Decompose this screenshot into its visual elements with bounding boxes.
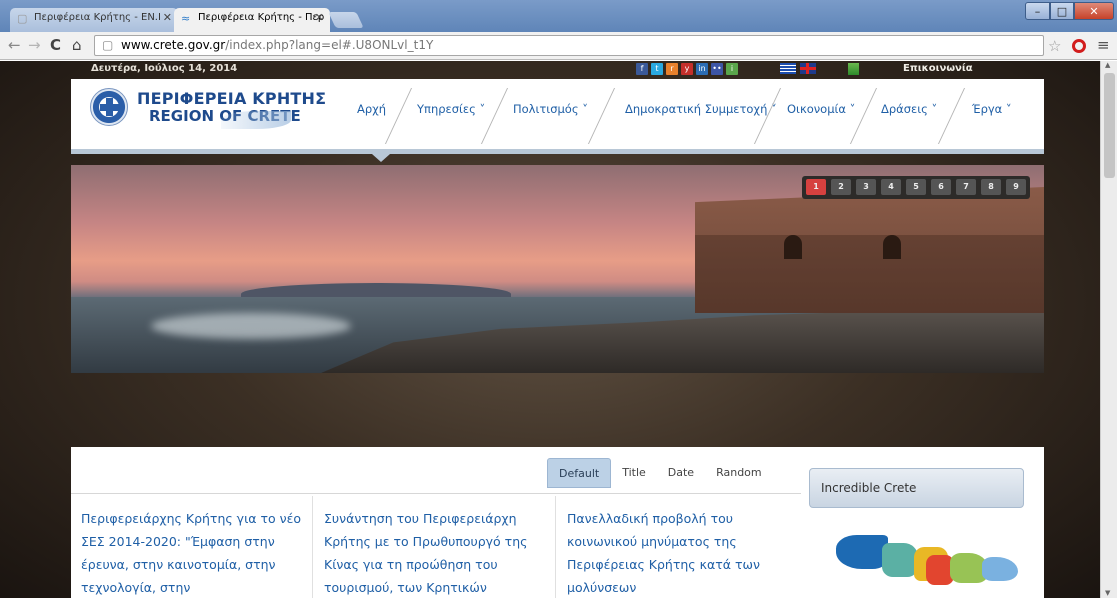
slider-page-8[interactable]: 8 bbox=[981, 179, 1001, 195]
browser-titlebar: ▢ Περιφέρεια Κρήτης - EN.I ✕ ≈ Περιφέρει… bbox=[0, 0, 1117, 32]
greek-flag-icon[interactable] bbox=[780, 63, 796, 74]
slider-page-4[interactable]: 4 bbox=[881, 179, 901, 195]
rss-icon[interactable]: r bbox=[666, 63, 678, 75]
nav-separator bbox=[753, 88, 782, 144]
news-item[interactable]: Πανελλαδική προβολή του κοινωνικού μηνύμ… bbox=[557, 496, 799, 598]
sort-tab-random[interactable]: Random bbox=[705, 458, 773, 488]
news-item[interactable]: Περιφερειάρχης Κρήτης για το νέο ΣΕΣ 201… bbox=[71, 496, 313, 598]
active-nav-pointer bbox=[372, 154, 390, 162]
nav-separator bbox=[480, 88, 509, 144]
wave-spray bbox=[151, 313, 351, 339]
fortress-window bbox=[784, 235, 802, 259]
nav-separator bbox=[849, 88, 878, 144]
page-scrollbar[interactable]: ▲ ▼ bbox=[1100, 61, 1117, 598]
opera-icon[interactable] bbox=[1072, 39, 1086, 53]
reload-icon[interactable]: C bbox=[50, 36, 61, 54]
nav-separator bbox=[587, 88, 616, 144]
news-item[interactable]: Συνάντηση του Περιφερειάρχη Κρήτης με το… bbox=[314, 496, 556, 598]
slider-page-5[interactable]: 5 bbox=[906, 179, 926, 195]
back-arrow-icon[interactable]: ← bbox=[8, 36, 21, 54]
nav-services[interactable]: Υπηρεσίες ˅ bbox=[417, 102, 485, 116]
page-icon: ▢ bbox=[17, 12, 28, 25]
tab-title: Περιφέρεια Κρήτης - EN.I bbox=[34, 12, 161, 23]
fortress-shadow bbox=[695, 235, 1044, 313]
site-favicon-icon: ≈ bbox=[181, 12, 191, 25]
contact-link[interactable]: Επικοινωνία bbox=[903, 63, 973, 74]
social-links: f t r y in •• i bbox=[636, 63, 738, 75]
flickr-icon[interactable]: •• bbox=[711, 63, 723, 75]
sort-tab-default[interactable]: Default bbox=[547, 458, 612, 488]
current-date: Δευτέρα, Ιούλιος 14, 2014 bbox=[91, 63, 238, 74]
slider-page-6[interactable]: 6 bbox=[931, 179, 951, 195]
new-tab-button[interactable] bbox=[328, 12, 364, 28]
top-strip: Δευτέρα, Ιούλιος 14, 2014 f t r y in •• i Επικ… bbox=[0, 61, 1100, 78]
page-viewport: Δευτέρα, Ιούλιος 14, 2014 f t r y in •• i Επικ… bbox=[0, 61, 1100, 598]
browser-toolbar: ← → C ⌂ ▢ www.crete.gov.gr/index.php?lang… bbox=[0, 32, 1117, 60]
url-host: www.crete.gov.gr bbox=[121, 38, 226, 52]
region-seal-logo[interactable] bbox=[90, 88, 128, 126]
crete-map-segment bbox=[882, 543, 918, 577]
sitemap-icon[interactable] bbox=[848, 63, 859, 75]
instagram-icon[interactable]: i bbox=[726, 63, 738, 75]
nav-actions[interactable]: Δράσεις ˅ bbox=[881, 102, 937, 116]
nav-economy[interactable]: Οικονομία ˅ bbox=[787, 102, 855, 116]
menu-icon[interactable]: ≡ bbox=[1097, 36, 1110, 54]
sort-tab-title[interactable]: Title bbox=[611, 458, 657, 488]
sidebox-title: Incredible Crete bbox=[809, 468, 1024, 508]
forward-arrow-icon[interactable]: → bbox=[28, 36, 41, 54]
divider bbox=[71, 493, 801, 494]
nav-home[interactable]: Αρχή bbox=[357, 102, 386, 116]
home-icon[interactable]: ⌂ bbox=[72, 36, 82, 54]
minimize-button[interactable]: – bbox=[1025, 2, 1050, 20]
nav-democratic-participation[interactable]: Δημοκρατική Συμμετοχή ˅ bbox=[625, 102, 777, 116]
slider-page-9[interactable]: 9 bbox=[1006, 179, 1026, 195]
nav-projects[interactable]: Έργα ˅ bbox=[972, 102, 1012, 116]
facebook-icon[interactable]: f bbox=[636, 63, 648, 75]
linkedin-icon[interactable]: in bbox=[696, 63, 708, 75]
slider-pager: 123456789 bbox=[802, 176, 1030, 199]
youtube-icon[interactable]: y bbox=[681, 63, 693, 75]
sort-tabs: Default Title Date Random bbox=[547, 458, 773, 488]
sort-tab-date[interactable]: Date bbox=[657, 458, 705, 488]
slider-page-3[interactable]: 3 bbox=[856, 179, 876, 195]
crete-map-segment bbox=[982, 557, 1018, 581]
news-panel: Default Title Date Random Περιφερειάρχης… bbox=[71, 447, 1044, 598]
tab-active[interactable]: ≈ Περιφέρεια Κρήτης - Περ ✕ bbox=[174, 8, 330, 32]
close-icon[interactable]: ✕ bbox=[163, 11, 172, 24]
incredible-crete-logo[interactable] bbox=[822, 519, 1022, 598]
hero-slider-image: 123456789 bbox=[71, 165, 1044, 373]
page-icon: ▢ bbox=[102, 38, 114, 52]
site-header: ΠΕΡΙΦΕΡΕΙΑ ΚΡΗΤΗΣ REGION OF CRETE Αρχή Υ… bbox=[71, 79, 1044, 162]
tab-title: Περιφέρεια Κρήτης - Περ bbox=[198, 12, 325, 23]
nav-separator bbox=[937, 88, 966, 144]
site-title[interactable]: ΠΕΡΙΦΕΡΕΙΑ ΚΡΗΤΗΣ bbox=[137, 90, 326, 107]
nav-culture[interactable]: Πολιτισμός ˅ bbox=[513, 102, 588, 116]
scrollbar-thumb[interactable] bbox=[1104, 73, 1115, 178]
crete-map-segment bbox=[836, 535, 888, 569]
twitter-icon[interactable]: t bbox=[651, 63, 663, 75]
url-path: /index.php?lang=el#.U8ONLvl_t1Y bbox=[225, 38, 434, 52]
window-close-button[interactable]: ✕ bbox=[1074, 2, 1114, 20]
fortress-window bbox=[883, 235, 901, 259]
scroll-up-icon[interactable]: ▲ bbox=[1105, 61, 1110, 69]
slider-page-2[interactable]: 2 bbox=[831, 179, 851, 195]
slider-page-1[interactable]: 1 bbox=[806, 179, 826, 195]
language-flags bbox=[780, 63, 816, 74]
bookmark-star-icon[interactable]: ☆ bbox=[1048, 37, 1061, 55]
slider-page-7[interactable]: 7 bbox=[956, 179, 976, 195]
logo-swoosh bbox=[221, 111, 291, 129]
uk-flag-icon[interactable] bbox=[800, 63, 816, 74]
close-icon[interactable]: ✕ bbox=[315, 11, 324, 24]
tab-inactive[interactable]: ▢ Περιφέρεια Κρήτης - EN.I ✕ bbox=[10, 8, 178, 32]
address-bar[interactable]: ▢ www.crete.gov.gr/index.php?lang=el#.U8O… bbox=[94, 35, 1044, 56]
maximize-button[interactable]: □ bbox=[1050, 2, 1074, 20]
scroll-down-icon[interactable]: ▼ bbox=[1105, 589, 1110, 597]
nav-separator bbox=[384, 88, 413, 144]
